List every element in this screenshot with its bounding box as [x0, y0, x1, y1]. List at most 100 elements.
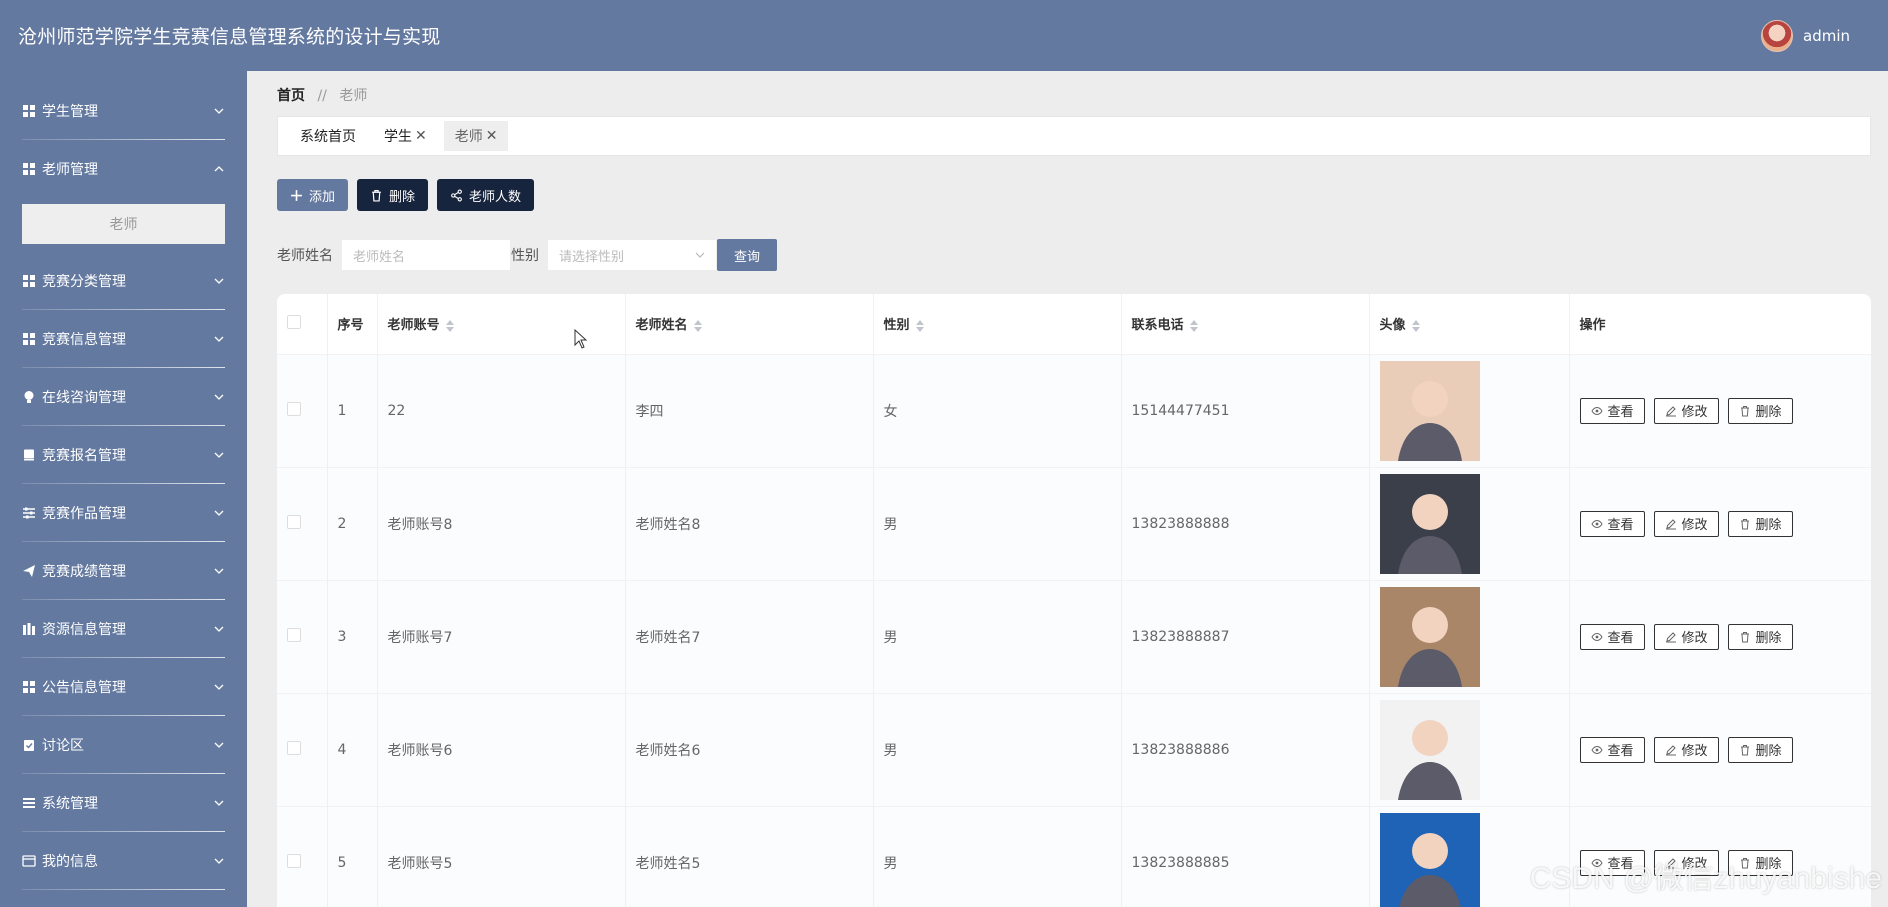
delete-button[interactable]: 删除	[357, 179, 429, 211]
chevron-down-icon	[214, 394, 224, 400]
sidebar-item-5[interactable]: 竞赛报名管理	[0, 426, 247, 484]
row-checkbox[interactable]	[287, 514, 301, 529]
breadcrumb-current: 老师	[339, 88, 368, 104]
query-button[interactable]: 查询	[717, 239, 777, 271]
tab-teacher[interactable]: 老师 ✕	[443, 121, 509, 151]
row-delete-button[interactable]: 删除	[1727, 849, 1793, 876]
select-all-checkbox[interactable]	[287, 314, 301, 329]
tab-student[interactable]: 学生 ✕	[373, 121, 438, 151]
sidebar-item-7[interactable]: 竞赛成绩管理	[0, 542, 247, 600]
sidebar-item-2[interactable]: 竞赛分类管理	[0, 252, 247, 310]
submenu-item-teacher[interactable]: 老师	[22, 204, 225, 244]
trash-icon	[1740, 518, 1749, 529]
row-checkbox-cell[interactable]	[277, 579, 328, 693]
sort-icon[interactable]	[915, 319, 925, 333]
eye-icon	[1590, 519, 1603, 528]
row-checkbox-cell[interactable]	[277, 805, 328, 907]
sidebar-item-label: 竞赛信息管理	[42, 332, 126, 348]
edit-icon	[1665, 744, 1676, 755]
close-icon[interactable]: ✕	[486, 128, 498, 144]
add-button[interactable]: 添加	[277, 179, 349, 211]
view-button[interactable]: 查看	[1579, 736, 1645, 763]
grid-icon	[22, 274, 36, 288]
row-checkbox[interactable]	[287, 853, 301, 868]
row-delete-button[interactable]: 删除	[1727, 623, 1793, 650]
sidebar-item-12[interactable]: 我的信息	[0, 832, 247, 890]
view-label: 查看	[1607, 857, 1634, 873]
edit-button[interactable]: 修改	[1653, 397, 1719, 424]
sidebar-item-label: 资源信息管理	[42, 622, 126, 638]
edit-button[interactable]: 修改	[1653, 736, 1719, 763]
row-checkbox[interactable]	[287, 401, 301, 416]
sidebar-item-10[interactable]: 讨论区	[0, 716, 247, 774]
cell-name: 老师姓名5	[625, 805, 874, 907]
teacher-photo[interactable]	[1379, 699, 1480, 800]
view-button[interactable]: 查看	[1579, 849, 1645, 876]
sidebar-item-11[interactable]: 系统管理	[0, 774, 247, 832]
row-checkbox[interactable]	[287, 740, 301, 755]
header-name[interactable]: 老师姓名	[625, 294, 874, 354]
header-label: 联系电话	[1131, 318, 1184, 334]
chevron-down-icon	[214, 108, 224, 114]
sort-icon[interactable]	[1411, 319, 1421, 333]
gender-select[interactable]: 请选择性别	[547, 239, 717, 271]
chevron-down-icon	[214, 452, 224, 458]
avatar[interactable]	[1761, 19, 1793, 52]
header-photo[interactable]: 头像	[1369, 294, 1570, 354]
teacher-photo[interactable]	[1379, 812, 1480, 907]
header-phone[interactable]: 联系电话	[1121, 294, 1370, 354]
teacher-photo[interactable]	[1379, 473, 1480, 574]
teacher-count-button[interactable]: 老师人数	[437, 179, 535, 211]
view-button[interactable]: 查看	[1579, 623, 1645, 650]
edit-icon	[1665, 858, 1676, 869]
row-checkbox[interactable]	[287, 627, 301, 642]
gender-label: 性别	[511, 248, 539, 264]
mouse-cursor-icon	[574, 329, 588, 349]
header-gender[interactable]: 性别	[873, 294, 1122, 354]
row-checkbox-cell[interactable]	[277, 353, 328, 467]
tab-home[interactable]: 系统首页	[289, 121, 367, 151]
sidebar-item-9[interactable]: 公告信息管理	[0, 658, 247, 716]
teacher-photo[interactable]	[1379, 360, 1480, 461]
view-button[interactable]: 查看	[1579, 510, 1645, 537]
eye-icon	[1590, 745, 1603, 754]
row-delete-button[interactable]: 删除	[1727, 736, 1793, 763]
row-delete-button[interactable]: 删除	[1727, 397, 1793, 424]
delete-button-label: 删除	[389, 188, 416, 204]
select-all-checkbox-cell[interactable]	[277, 294, 328, 354]
teacher-photo[interactable]	[1379, 586, 1480, 687]
breadcrumb-home[interactable]: 首页	[277, 88, 305, 104]
table-row: 4 老师账号6 老师姓名6 男 13823888886 查看 修改 删除	[277, 692, 1871, 806]
view-button[interactable]: 查看	[1579, 397, 1645, 424]
eye-icon	[1590, 406, 1603, 415]
sidebar-item-0[interactable]: 学生管理	[0, 82, 247, 140]
edit-button[interactable]: 修改	[1653, 510, 1719, 537]
sort-icon[interactable]	[1189, 319, 1199, 333]
cell-name: 老师姓名8	[625, 466, 874, 580]
table-row: 5 老师账号5 老师姓名5 男 13823888885 查看 修改 删除	[277, 805, 1871, 907]
teacher-name-input[interactable]: 老师姓名	[341, 239, 511, 271]
list-icon	[22, 796, 36, 810]
plus-icon	[291, 189, 302, 201]
sort-icon[interactable]	[445, 319, 455, 333]
book-icon	[22, 448, 36, 462]
edit-button[interactable]: 修改	[1653, 849, 1719, 876]
header-label: 性别	[883, 318, 910, 334]
table-row: 2 老师账号8 老师姓名8 男 13823888888 查看 修改 删除	[277, 466, 1871, 580]
row-checkbox-cell[interactable]	[277, 692, 328, 806]
sidebar-item-4[interactable]: 在线咨询管理	[0, 368, 247, 426]
row-delete-button[interactable]: 删除	[1727, 510, 1793, 537]
sidebar-item-8[interactable]: 资源信息管理	[0, 600, 247, 658]
sort-icon[interactable]	[693, 319, 703, 333]
cell-gender: 男	[873, 466, 1122, 580]
sidebar-item-6[interactable]: 竞赛作品管理	[0, 484, 247, 542]
row-checkbox-cell[interactable]	[277, 466, 328, 580]
edit-label: 修改	[1681, 744, 1708, 759]
sidebar-item-3[interactable]: 竞赛信息管理	[0, 310, 247, 368]
cell-photo	[1369, 353, 1570, 467]
sidebar-item-1[interactable]: 老师管理	[0, 140, 247, 198]
username[interactable]: admin	[1803, 27, 1850, 45]
user-menu[interactable]: admin	[1761, 19, 1850, 52]
close-icon[interactable]: ✕	[415, 128, 427, 144]
edit-button[interactable]: 修改	[1653, 623, 1719, 650]
